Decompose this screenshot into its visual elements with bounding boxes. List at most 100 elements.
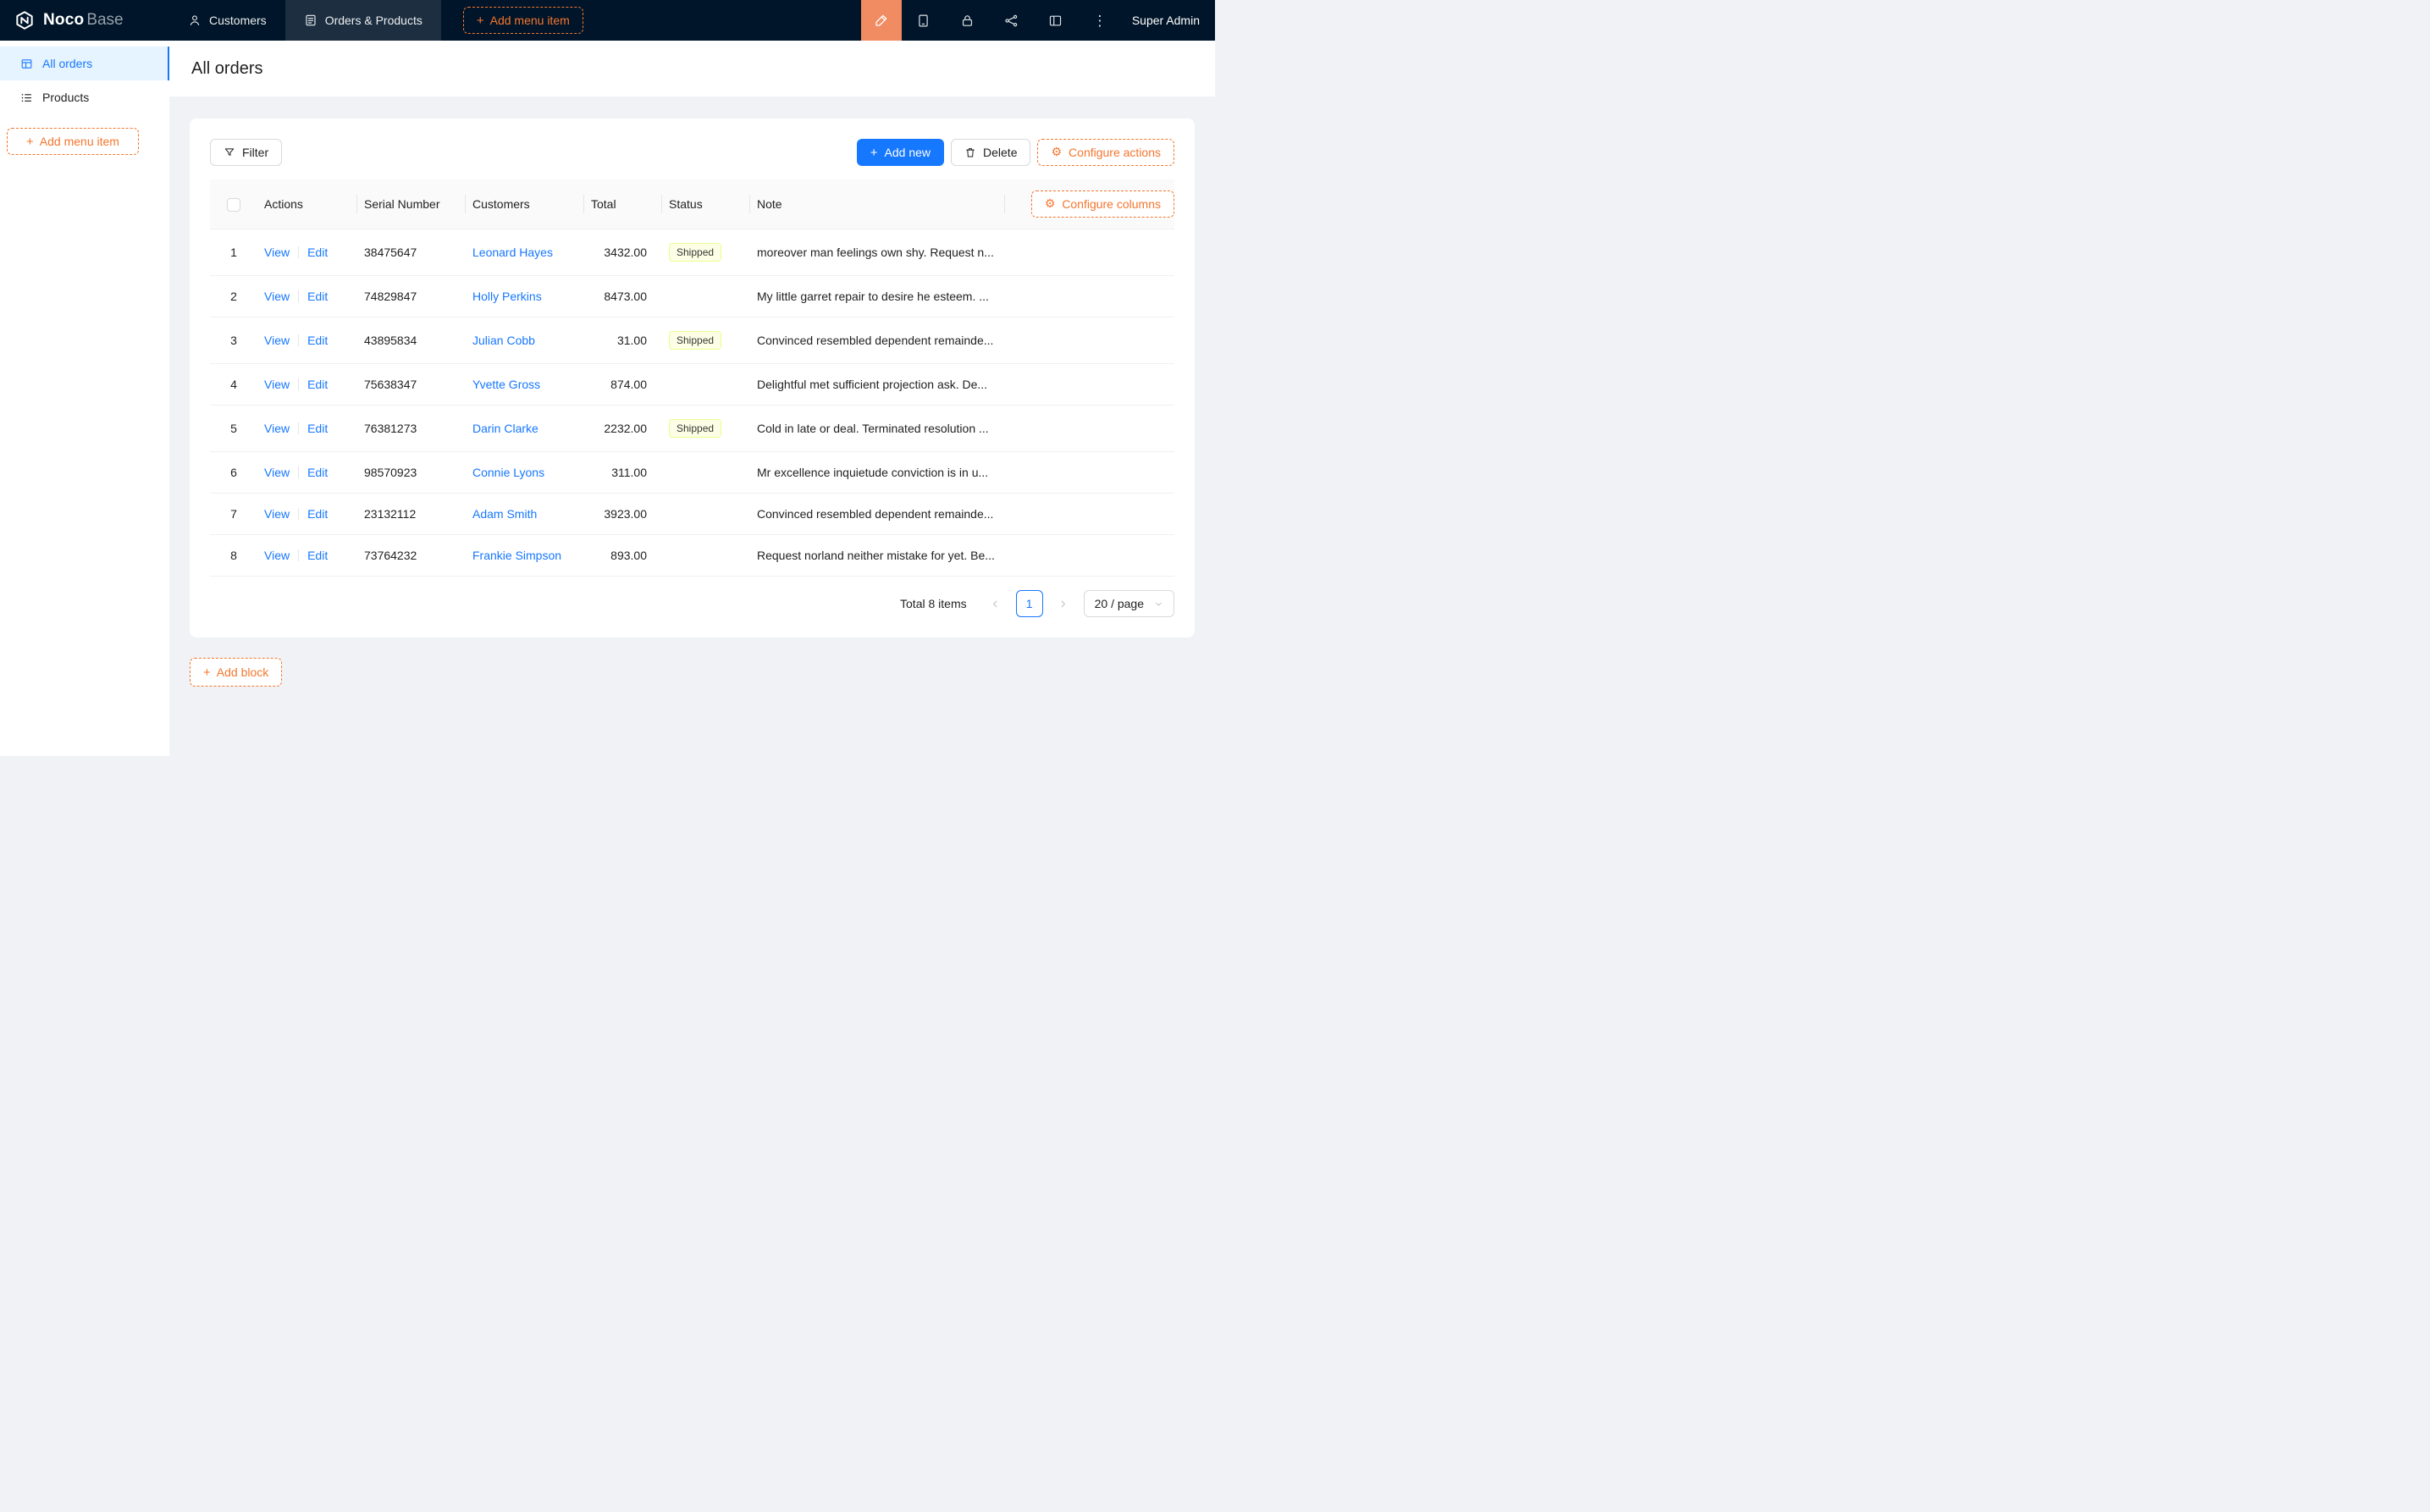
add-menu-item-label: Add menu item xyxy=(490,14,570,27)
status-cell xyxy=(662,276,750,317)
orders-card: Filter + Add new Delete xyxy=(190,119,1195,637)
select-all-checkbox[interactable] xyxy=(227,198,240,212)
customer-link[interactable]: Connie Lyons xyxy=(472,466,544,479)
edit-link[interactable]: Edit xyxy=(307,466,328,479)
gear-icon: ⚙ xyxy=(1045,198,1056,210)
customer-link[interactable]: Darin Clarke xyxy=(472,422,538,435)
sidebar: All orders Products + Add menu item xyxy=(0,41,169,756)
view-link[interactable]: View xyxy=(264,466,290,479)
customer-link[interactable]: Holly Perkins xyxy=(472,290,542,303)
note-cell: Cold in late or deal. Terminated resolut… xyxy=(750,406,1005,452)
customer-cell: Holly Perkins xyxy=(466,276,584,317)
note-cell: Request norland neither mistake for yet.… xyxy=(750,535,1005,577)
filter-button[interactable]: Filter xyxy=(210,139,282,166)
more-button[interactable]: ⋮ xyxy=(1078,0,1122,41)
sidebar-item-label: All orders xyxy=(42,57,92,70)
serial-number-cell: 76381273 xyxy=(357,406,466,452)
action-divider xyxy=(298,549,299,561)
plus-icon: + xyxy=(477,14,484,27)
status-tag: Shipped xyxy=(669,243,721,262)
next-page-button[interactable] xyxy=(1050,590,1077,617)
total-cell: 3923.00 xyxy=(584,494,662,535)
plus-icon: + xyxy=(203,666,211,679)
add-menu-item-button-top[interactable]: + Add menu item xyxy=(463,7,583,34)
main-area: All orders Filter + Add new xyxy=(169,41,1215,756)
view-link[interactable]: View xyxy=(264,422,290,435)
add-new-label: Add new xyxy=(885,146,931,159)
status-cell: Shipped xyxy=(662,406,750,452)
configure-actions-button[interactable]: ⚙ Configure actions xyxy=(1037,139,1174,166)
customer-link[interactable]: Leonard Hayes xyxy=(472,246,553,259)
view-link[interactable]: View xyxy=(264,507,290,521)
configure-columns-button[interactable]: ⚙ Configure columns xyxy=(1031,190,1174,218)
view-link[interactable]: View xyxy=(264,334,290,347)
customer-cell: Leonard Hayes xyxy=(466,229,584,276)
column-header-actions: Actions xyxy=(257,179,357,229)
page-1-button[interactable]: 1 xyxy=(1016,590,1043,617)
customer-cell: Frankie Simpson xyxy=(466,535,584,577)
edit-link[interactable]: Edit xyxy=(307,290,328,303)
action-divider xyxy=(298,334,299,346)
config-cell xyxy=(1005,364,1174,406)
add-menu-item-button-side[interactable]: + Add menu item xyxy=(7,128,139,155)
view-link[interactable]: View xyxy=(264,290,290,303)
toolbar-actions: + Add new Delete ⚙ Configure actions xyxy=(857,139,1174,166)
customer-cell: Julian Cobb xyxy=(466,317,584,364)
config-cell xyxy=(1005,406,1174,452)
config-cell xyxy=(1005,494,1174,535)
user-menu[interactable]: Super Admin xyxy=(1122,14,1215,27)
view-link[interactable]: View xyxy=(264,378,290,391)
page-size-select[interactable]: 20 / page xyxy=(1084,590,1174,617)
chevron-down-icon xyxy=(1154,599,1163,609)
add-block-button[interactable]: + Add block xyxy=(190,658,282,687)
plus-icon: + xyxy=(870,146,878,159)
layout-button[interactable] xyxy=(1034,0,1078,41)
prev-page-button[interactable] xyxy=(982,590,1009,617)
gear-icon: ⚙ xyxy=(1051,146,1062,158)
customer-cell: Darin Clarke xyxy=(466,406,584,452)
total-cell: 874.00 xyxy=(584,364,662,406)
nocobase-logo-icon xyxy=(14,9,36,31)
view-link[interactable]: View xyxy=(264,549,290,562)
edit-link[interactable]: Edit xyxy=(307,246,328,259)
column-header-serial: Serial Number xyxy=(357,179,466,229)
ui-editor-button[interactable] xyxy=(861,0,902,41)
view-link[interactable]: View xyxy=(264,246,290,259)
edit-link[interactable]: Edit xyxy=(307,549,328,562)
note-cell: moreover man feelings own shy. Request n… xyxy=(750,229,1005,276)
customer-link[interactable]: Julian Cobb xyxy=(472,334,535,347)
edit-link[interactable]: Edit xyxy=(307,378,328,391)
row-index-cell: 6 xyxy=(210,452,257,494)
status-tag: Shipped xyxy=(669,331,721,350)
table-row: 3 ViewEdit 43895834 Julian Cobb 31.00 Sh… xyxy=(210,317,1174,364)
tablet-icon xyxy=(916,14,931,28)
page-header: All orders xyxy=(169,41,1215,97)
customer-link[interactable]: Frankie Simpson xyxy=(472,549,561,562)
customer-link[interactable]: Yvette Gross xyxy=(472,378,540,391)
customer-link[interactable]: Adam Smith xyxy=(472,507,537,521)
status-cell: Shipped xyxy=(662,229,750,276)
add-new-button[interactable]: + Add new xyxy=(857,139,944,166)
delete-button[interactable]: Delete xyxy=(951,139,1030,166)
edit-link[interactable]: Edit xyxy=(307,507,328,521)
edit-link[interactable]: Edit xyxy=(307,422,328,435)
action-divider xyxy=(298,466,299,478)
row-actions-cell: View Edit xyxy=(257,317,357,364)
sidebar-item-all-orders[interactable]: All orders xyxy=(0,47,169,80)
row-actions-cell: View Edit xyxy=(257,406,357,452)
lock-button[interactable] xyxy=(946,0,990,41)
mobile-client-button[interactable] xyxy=(902,0,946,41)
nav-item-orders-products[interactable]: Orders & Products xyxy=(285,0,441,41)
customer-cell: Connie Lyons xyxy=(466,452,584,494)
plugin-manager-button[interactable] xyxy=(990,0,1034,41)
action-divider xyxy=(298,378,299,390)
customer-cell: Adam Smith xyxy=(466,494,584,535)
sidebar-item-products[interactable]: Products xyxy=(0,80,169,114)
serial-number-cell: 38475647 xyxy=(357,229,466,276)
action-divider xyxy=(298,422,299,434)
row-actions-cell: View Edit xyxy=(257,229,357,276)
orders-table: Actions Serial Number Customers Total St… xyxy=(210,179,1174,577)
nav-item-label: Customers xyxy=(209,14,267,27)
edit-link[interactable]: Edit xyxy=(307,334,328,347)
nav-item-customers[interactable]: Customers xyxy=(169,0,285,41)
